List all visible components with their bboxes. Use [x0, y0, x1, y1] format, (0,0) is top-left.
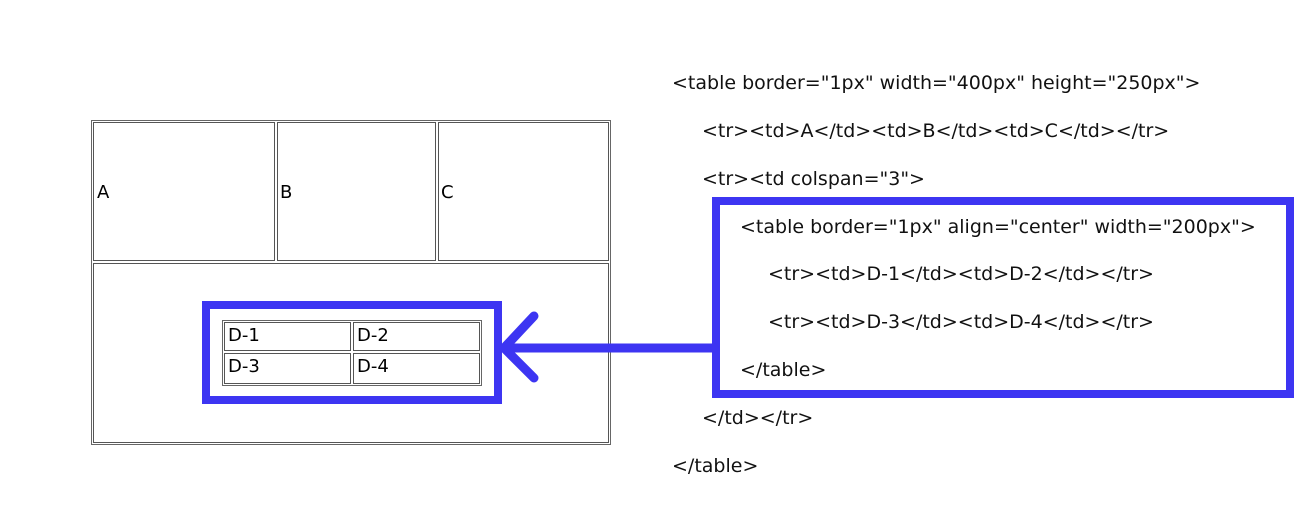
code-line-8: </td></tr> — [702, 407, 814, 429]
code-line-9: </table> — [672, 455, 759, 477]
code-line-4: <table border="1px" align="center" width… — [740, 216, 1256, 238]
arrow-left-icon-shape — [499, 311, 719, 383]
code-line-6: <tr><td>D-3</td><td>D-4</td></tr> — [768, 311, 1154, 333]
code-line-2: <tr><td>A</td><td>B</td><td>C</td></tr> — [702, 120, 1170, 142]
code-line-1: <table border="1px" width="400px" height… — [672, 72, 1201, 94]
code-line-3: <tr><td colspan="3"> — [702, 168, 925, 190]
code-line-7: </table> — [740, 359, 827, 381]
code-line-5: <tr><td>D-1</td><td>D-2</td></tr> — [768, 263, 1154, 285]
